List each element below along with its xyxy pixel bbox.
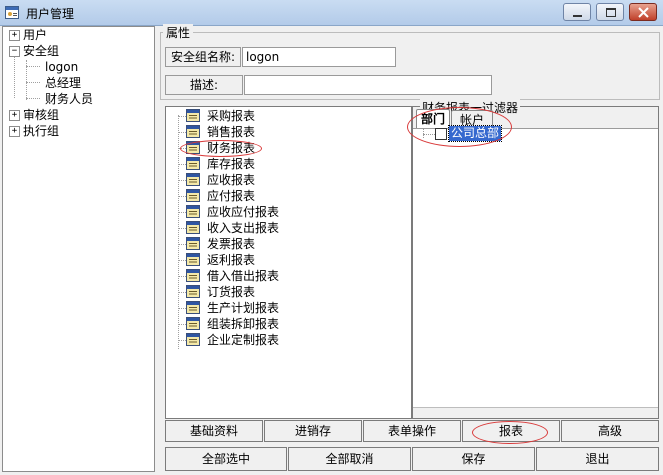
close-button[interactable] <box>629 3 657 21</box>
report-item[interactable]: 组装拆卸报表 <box>207 316 279 332</box>
report-icon <box>186 285 200 298</box>
report-item[interactable]: 应付报表 <box>207 188 255 204</box>
tree-item-users[interactable]: + 用户 <box>9 27 47 43</box>
report-list[interactable]: 采购报表 销售报表 财务报表 库存报表 应收报表 应付报表 应收应付报表 收入支出报表 发票报表… <box>165 106 412 419</box>
tree-connector <box>178 260 186 261</box>
report-item[interactable]: 返利报表 <box>207 252 255 268</box>
report-icon <box>186 269 200 282</box>
inventory-button[interactable]: 进销存 <box>264 420 362 442</box>
tree-connector <box>423 134 435 135</box>
tree-connector <box>178 340 186 341</box>
report-item[interactable]: 生产计划报表 <box>207 300 279 316</box>
group-tree[interactable]: + 用户 − 安全组 logon 总经理 财务人员 + 审核组 + 执行组 <box>2 26 155 472</box>
tree-connector <box>178 324 186 325</box>
tree-connector <box>178 228 186 229</box>
tree-connector <box>178 308 186 309</box>
collapse-icon[interactable]: − <box>9 46 20 57</box>
report-icon <box>186 205 200 218</box>
report-item[interactable]: 应收报表 <box>207 172 255 188</box>
save-button[interactable]: 保存 <box>412 447 535 471</box>
tree-connector <box>178 164 186 165</box>
maximize-icon <box>606 8 616 17</box>
tree-connector <box>178 116 186 117</box>
tree-item-general-manager[interactable]: 总经理 <box>45 75 81 91</box>
description-field[interactable] <box>244 75 492 95</box>
group-name-field[interactable]: logon <box>242 47 396 67</box>
tree-label: 执行组 <box>23 124 60 138</box>
report-icon <box>186 237 200 250</box>
maximize-button[interactable] <box>596 3 624 21</box>
form-operations-button[interactable]: 表单操作 <box>363 420 461 442</box>
report-item[interactable]: 销售报表 <box>207 124 255 140</box>
report-icon <box>186 125 200 138</box>
filter-tree[interactable] <box>413 128 658 407</box>
report-icon <box>186 157 200 170</box>
tree-item-finance-staff[interactable]: 财务人员 <box>45 91 93 107</box>
deselect-all-button[interactable]: 全部取消 <box>288 447 411 471</box>
tree-label: 安全组 <box>23 44 60 58</box>
tree-connector <box>178 196 186 197</box>
report-item[interactable]: 收入支出报表 <box>207 220 279 236</box>
report-icon <box>186 109 200 122</box>
tree-item-audit-group[interactable]: + 审核组 <box>9 107 59 123</box>
tree-label: 总经理 <box>45 76 82 90</box>
expand-icon[interactable]: + <box>9 30 20 41</box>
report-icon <box>186 173 200 186</box>
report-item[interactable]: 企业定制报表 <box>207 332 279 348</box>
minimize-button[interactable] <box>563 3 591 21</box>
tree-connector <box>178 212 186 213</box>
advanced-button[interactable]: 高级 <box>561 420 659 442</box>
tree-label: 财务人员 <box>45 92 94 106</box>
close-icon <box>638 7 649 18</box>
report-icon <box>186 301 200 314</box>
tree-label: 审核组 <box>23 108 60 122</box>
report-item[interactable]: 采购报表 <box>207 108 255 124</box>
tree-connector <box>178 244 186 245</box>
tree-connector <box>423 128 424 138</box>
group-name-label: 安全组名称: <box>165 47 241 67</box>
report-item[interactable]: 借入借出报表 <box>207 268 279 284</box>
tab-department[interactable]: 部门 <box>416 109 450 130</box>
tree-connector <box>178 132 186 133</box>
tree-item-security-group[interactable]: − 安全组 <box>9 43 59 59</box>
department-node-company-hq[interactable]: 公司总部 <box>447 125 503 142</box>
app-icon <box>5 6 19 19</box>
expand-icon[interactable]: + <box>9 126 20 137</box>
window-title: 用户管理 <box>26 7 75 21</box>
report-icon <box>186 189 200 202</box>
tree-connector <box>178 148 186 149</box>
tree-connector <box>178 276 186 277</box>
expand-icon[interactable]: + <box>9 110 20 121</box>
report-item[interactable]: 发票报表 <box>207 236 255 252</box>
report-item[interactable]: 订货报表 <box>207 284 255 300</box>
tree-item-exec-group[interactable]: + 执行组 <box>9 123 59 139</box>
report-icon <box>186 141 200 154</box>
report-item[interactable]: 财务报表 <box>207 140 255 156</box>
tree-label: 用户 <box>23 28 48 42</box>
report-icon <box>186 221 200 234</box>
horizontal-scrollbar[interactable] <box>413 407 658 418</box>
tree-label: logon <box>45 60 79 74</box>
description-label: 描述: <box>165 75 243 95</box>
select-all-button[interactable]: 全部选中 <box>165 447 287 471</box>
tree-item-logon[interactable]: logon <box>45 59 78 75</box>
reports-button[interactable]: 报表 <box>462 420 560 442</box>
basic-data-button[interactable]: 基础资料 <box>165 420 263 442</box>
report-item[interactable]: 应收应付报表 <box>207 204 279 220</box>
report-icon <box>186 253 200 266</box>
department-checkbox[interactable] <box>435 128 447 140</box>
minimize-icon <box>573 15 582 17</box>
report-icon <box>186 333 200 346</box>
properties-title: 属性 <box>163 24 194 41</box>
exit-button[interactable]: 退出 <box>536 447 659 471</box>
report-item[interactable]: 库存报表 <box>207 156 255 172</box>
report-icon <box>186 317 200 330</box>
tree-connector <box>178 292 186 293</box>
tree-connector <box>178 180 186 181</box>
